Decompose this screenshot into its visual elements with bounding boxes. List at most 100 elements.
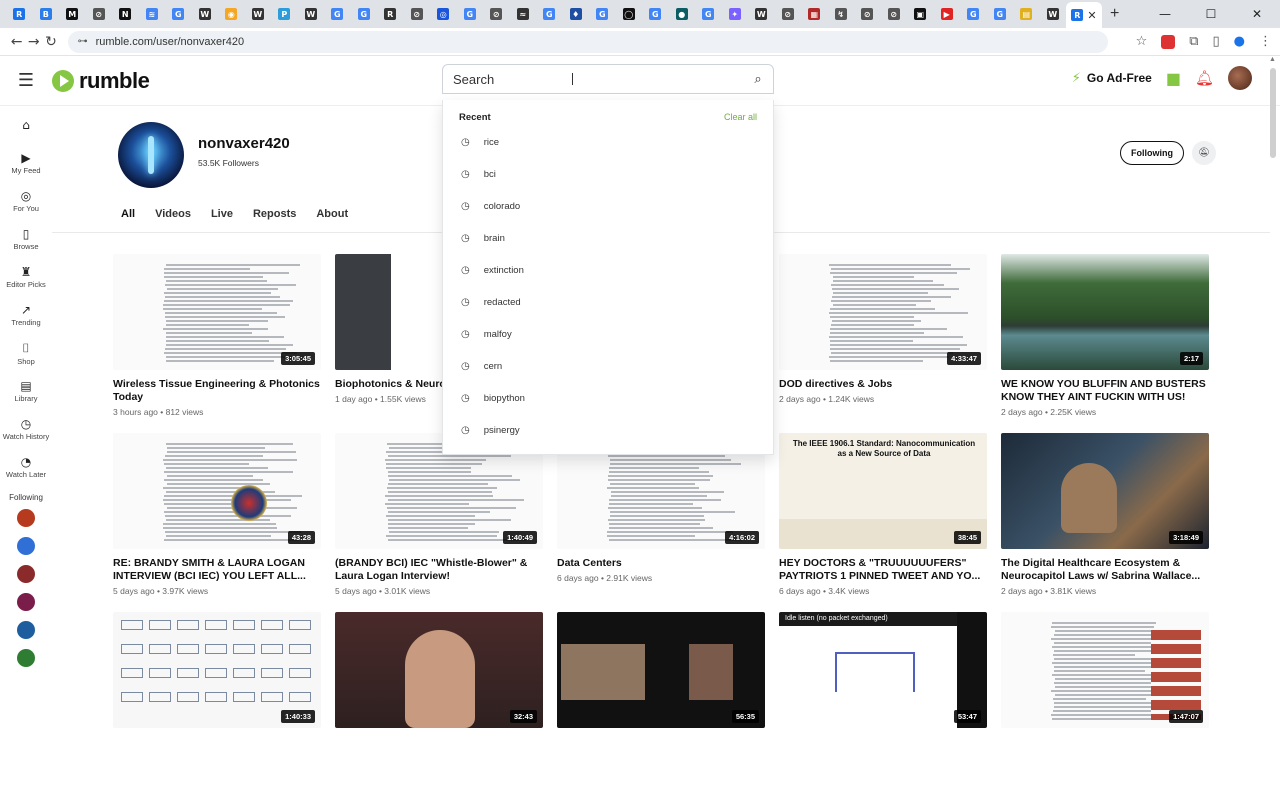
recent-search-item[interactable]: ◷ colorado xyxy=(459,190,757,222)
video-card[interactable]: 4:16:02 Data Centers 6 days ago • 2.91K vi… xyxy=(557,433,765,612)
video-card[interactable]: 1:40:33 xyxy=(113,612,321,791)
video-title[interactable]: Wireless Tissue Engineering & Photonics … xyxy=(113,378,321,404)
browser-tab[interactable]: ◯ xyxy=(616,4,643,24)
followed-channel-avatar[interactable] xyxy=(17,649,35,667)
browser-tab[interactable]: ⊘ xyxy=(854,4,881,24)
sidebar-item-shop[interactable]: ⌷ Shop xyxy=(0,334,52,372)
browser-menu-icon[interactable]: ⋮ xyxy=(1259,34,1272,49)
tab-about[interactable]: About xyxy=(316,208,348,220)
browser-tab[interactable]: G xyxy=(457,4,484,24)
profile-icon[interactable]: ● xyxy=(1234,34,1245,49)
recent-search-item[interactable]: ◷ cern xyxy=(459,350,757,382)
video-thumbnail[interactable]: 56:35 xyxy=(557,612,765,728)
user-avatar[interactable] xyxy=(1228,66,1252,90)
recent-search-item[interactable]: ◷ bci xyxy=(459,158,757,190)
video-card[interactable]: 1:40:49 (BRANDY BCI) IEC "Whistle-Blower"… xyxy=(335,433,543,612)
recent-search-item[interactable]: ◷ psinergy xyxy=(459,414,757,446)
browser-tab[interactable]: W xyxy=(298,4,325,24)
channel-avatar[interactable] xyxy=(118,122,184,188)
recent-search-item[interactable]: ◷ biopython xyxy=(459,382,757,414)
browser-tab[interactable]: R xyxy=(377,4,404,24)
maximize-icon[interactable]: ☐ xyxy=(1188,0,1234,28)
browser-tab[interactable]: M xyxy=(59,4,86,24)
followed-channel-avatar[interactable] xyxy=(17,621,35,639)
browser-tab[interactable]: G xyxy=(987,4,1014,24)
browser-tab[interactable]: ≈ xyxy=(510,4,537,24)
sidebar-item-browse[interactable]: ▯ Browse xyxy=(0,220,52,258)
recent-search-item[interactable]: ◷ brain xyxy=(459,222,757,254)
video-thumbnail[interactable]: 4:33:47 xyxy=(779,254,987,370)
browser-tab[interactable]: ≋ xyxy=(139,4,166,24)
browser-tab[interactable]: ▦ xyxy=(801,4,828,24)
sidebar-item-home[interactable]: ⌂ xyxy=(0,106,52,144)
following-button[interactable]: Following xyxy=(1120,141,1184,165)
menu-hamburger-icon[interactable]: ☰ xyxy=(0,70,52,91)
browser-tab[interactable]: ⊘ xyxy=(881,4,908,24)
video-thumbnail[interactable]: 3:05:45 xyxy=(113,254,321,370)
video-thumbnail[interactable]: 1:47:07 xyxy=(1001,612,1209,728)
new-tab-icon[interactable]: + xyxy=(1110,5,1119,23)
browser-tab[interactable]: ⊘ xyxy=(775,4,802,24)
scrollbar-thumb[interactable] xyxy=(1270,68,1276,158)
sidebar-item-library[interactable]: ▤ Library xyxy=(0,372,52,410)
browser-tab[interactable]: ◎ xyxy=(430,4,457,24)
browser-tab[interactable]: G xyxy=(536,4,563,24)
browser-tab[interactable]: ◉ xyxy=(218,4,245,24)
browser-tab[interactable]: ⊘ xyxy=(404,4,431,24)
browser-tab[interactable]: G xyxy=(642,4,669,24)
sidebar-item-watch-history[interactable]: ◷ Watch History xyxy=(0,410,52,448)
search-input[interactable] xyxy=(453,71,743,87)
page-scrollbar[interactable]: ▲ xyxy=(1268,50,1278,720)
video-card[interactable]: 32:43 xyxy=(335,612,543,791)
video-card[interactable]: 4:33:47 DOD directives & Jobs 2 days ago •… xyxy=(779,254,987,433)
site-info-icon[interactable]: ⊶ xyxy=(78,36,88,47)
recent-search-item[interactable]: ◷ redacted xyxy=(459,286,757,318)
close-window-icon[interactable]: ✕ xyxy=(1234,0,1280,28)
video-card[interactable]: 56:35 xyxy=(557,612,765,791)
video-card[interactable]: 43:28 RE: BRANDY SMITH & LAURA LOGAN INTE… xyxy=(113,433,321,612)
browser-tab[interactable]: B xyxy=(33,4,60,24)
browser-tab[interactable]: G xyxy=(589,4,616,24)
browser-tab[interactable]: ⊘ xyxy=(483,4,510,24)
sidebar-item-watch-later[interactable]: ◔ Watch Later xyxy=(0,448,52,486)
minimize-icon[interactable]: — xyxy=(1142,0,1188,28)
tab-live[interactable]: Live xyxy=(211,208,233,220)
video-title[interactable]: WE KNOW YOU BLUFFIN AND BUSTERS KNOW THE… xyxy=(1001,378,1209,404)
reload-icon[interactable]: ↻ xyxy=(42,34,59,50)
browser-tab[interactable]: ♦ xyxy=(563,4,590,24)
video-card[interactable]: Idle listen (no packet exchanged) 53:47 xyxy=(779,612,987,791)
scroll-up-icon[interactable]: ▲ xyxy=(1269,56,1276,63)
video-thumbnail[interactable]: 32:43 xyxy=(335,612,543,728)
forward-icon[interactable]: → xyxy=(25,34,42,50)
video-card[interactable]: 1:47:07 xyxy=(1001,612,1209,791)
video-title[interactable]: DOD directives & Jobs xyxy=(779,378,987,391)
recent-search-item[interactable]: ◷ rice xyxy=(459,126,757,158)
extension-icon[interactable] xyxy=(1161,34,1176,49)
tab-all[interactable]: All xyxy=(121,208,135,220)
browser-tab[interactable]: R xyxy=(6,4,33,24)
notifications-off-icon[interactable]: 🔕︎ xyxy=(1192,141,1216,165)
tab-reposts[interactable]: Reposts xyxy=(253,208,296,220)
video-thumbnail[interactable]: 43:28 xyxy=(113,433,321,549)
browser-tab[interactable]: G xyxy=(324,4,351,24)
video-thumbnail[interactable]: 2:17 xyxy=(1001,254,1209,370)
browser-tab[interactable]: ↯ xyxy=(828,4,855,24)
sidebar-item-my-feed[interactable]: ▶ My Feed xyxy=(0,144,52,182)
sidebar-item-for-you[interactable]: ◎ For You xyxy=(0,182,52,220)
browser-tab[interactable]: ▤ xyxy=(1013,4,1040,24)
video-thumbnail[interactable]: 1:40:33 xyxy=(113,612,321,728)
followed-channel-avatar[interactable] xyxy=(17,565,35,583)
close-tab-icon[interactable]: ✕ xyxy=(1087,9,1096,22)
video-card[interactable]: 3:05:45 Wireless Tissue Engineering & Pho… xyxy=(113,254,321,433)
video-card[interactable]: 3:18:49 The Digital Healthcare Ecosystem … xyxy=(1001,433,1209,612)
clear-all-link[interactable]: Clear all xyxy=(724,112,757,122)
video-title[interactable]: HEY DOCTORS & "TRUUUUUUFERS" PAYTRIOTS 1… xyxy=(779,557,987,583)
followed-channel-avatar[interactable] xyxy=(17,537,35,555)
browser-tab[interactable]: G xyxy=(695,4,722,24)
browser-tab[interactable]: N xyxy=(112,4,139,24)
extensions-puzzle-icon[interactable]: ⧉ xyxy=(1189,34,1198,49)
recent-search-item[interactable]: ◷ malfoy xyxy=(459,318,757,350)
browser-tab[interactable]: W xyxy=(192,4,219,24)
upload-video-icon[interactable]: ■ xyxy=(1166,69,1181,88)
browser-tab[interactable]: ⊘ xyxy=(86,4,113,24)
